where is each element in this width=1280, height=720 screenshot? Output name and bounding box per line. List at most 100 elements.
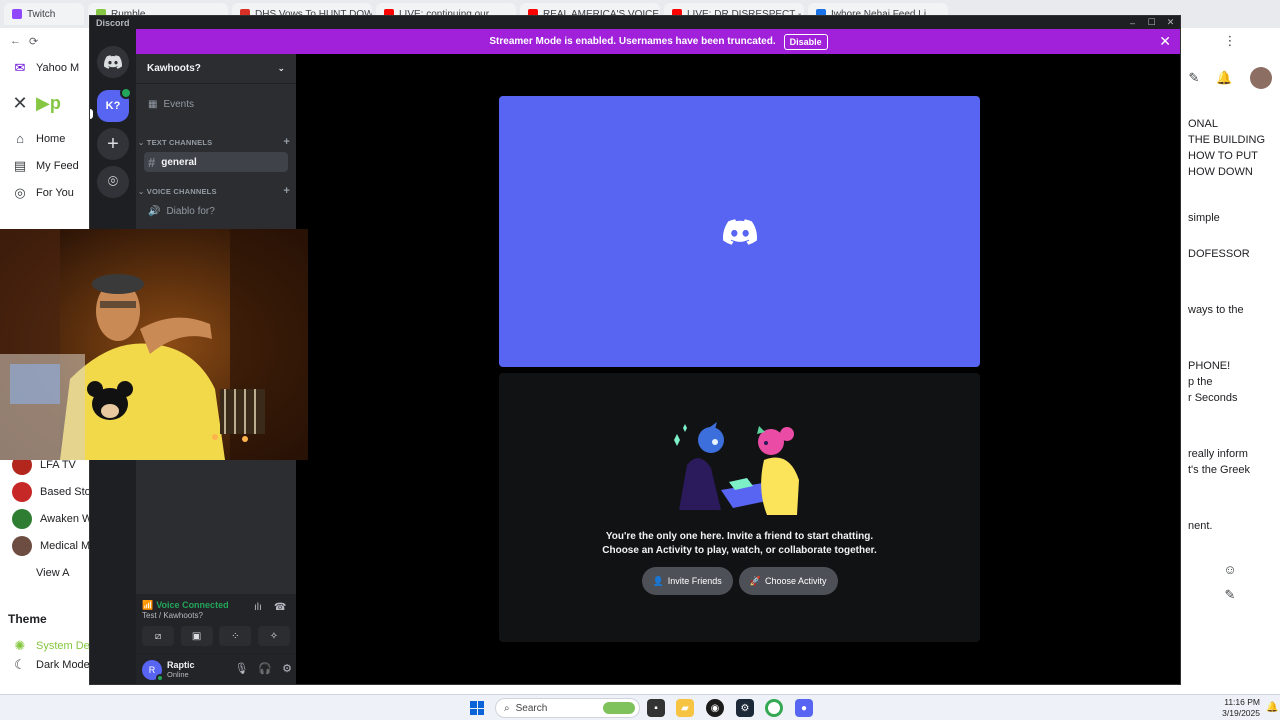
disconnect-icon[interactable]: ☎ <box>274 602 286 613</box>
user-panel: R Raptic Online 🎙 🎧 ⚙ <box>136 654 296 684</box>
sun-icon: ✺ <box>14 637 26 653</box>
voice-channels-category[interactable]: ⌄ VOICE CHANNELS + <box>138 184 290 198</box>
calendar-icon: ▦ <box>148 98 158 110</box>
back-arrow-icon[interactable]: ← <box>10 35 21 47</box>
characters-illustration <box>674 422 799 515</box>
headline-snippet[interactable]: DOFESSOR <box>1180 246 1280 262</box>
left-channel-based[interactable]: Based Stor <box>0 478 90 505</box>
discord-taskbar-icon[interactable]: ● <box>795 699 813 717</box>
voice-channel-path: Test / Kawhoots? <box>142 611 203 620</box>
headline-snippet[interactable]: HOW TO PUT <box>1180 148 1280 164</box>
reload-icon[interactable]: ⟳ <box>29 35 38 48</box>
home-dm-button[interactable] <box>97 46 129 78</box>
voice-connected-status[interactable]: 📶 Voice Connected <box>142 600 229 611</box>
windows-start-icon[interactable] <box>470 701 484 715</box>
maximize-button[interactable]: ☐ <box>1142 16 1161 29</box>
hash-icon: # <box>148 154 156 170</box>
channel-avatar <box>12 481 32 502</box>
steam-icon[interactable]: ⚙ <box>736 699 754 717</box>
invite-friends-button[interactable]: 👤 Invite Friends <box>641 567 733 595</box>
theme-option-dark[interactable]: ☾ Dark Mode <box>0 659 90 671</box>
close-button[interactable]: ✕ <box>1161 16 1180 29</box>
left-nav-for-you[interactable]: ◎ For You <box>0 179 90 206</box>
user-status: Online <box>167 670 189 679</box>
left-view-all[interactable]: View A <box>0 559 90 586</box>
compose-icon[interactable]: ✎ <box>1225 587 1236 603</box>
headline-snippet[interactable]: p the <box>1180 374 1280 390</box>
screen-share-button[interactable]: ▣ <box>180 626 213 646</box>
explore-servers-button[interactable]: ⌾ <box>97 166 129 198</box>
headline-snippet[interactable]: PHONE! <box>1180 358 1280 374</box>
discord-logo-icon <box>104 55 122 69</box>
chrome-icon[interactable] <box>765 699 783 717</box>
right-toolbar: ⋮ <box>1180 28 1280 54</box>
obs-icon[interactable]: ◉ <box>706 699 724 717</box>
headline-snippet[interactable]: ways to the <box>1180 302 1280 318</box>
left-channel-awaken[interactable]: Awaken Wi <box>0 505 90 532</box>
headline-snippet[interactable]: r Seconds <box>1180 390 1280 406</box>
user-video-tile[interactable] <box>499 96 980 367</box>
headline-snippet[interactable]: nent. <box>1180 518 1280 534</box>
activity-icon: ⁘ <box>231 630 240 642</box>
system-clock[interactable]: 11:16 PM 3/19/2025 <box>1200 697 1260 719</box>
left-nav-feed[interactable]: ▤ My Feed <box>0 152 90 179</box>
left-nav-yahoo[interactable]: ✉ Yahoo M <box>0 54 90 81</box>
notification-bell-icon[interactable]: 🔔 <box>1266 702 1278 713</box>
gear-icon[interactable]: ⚙ <box>282 662 292 675</box>
streamer-mode-banner: Streamer Mode is enabled. Usernames have… <box>136 29 1180 54</box>
theme-option-system[interactable]: ✺ System De <box>0 632 90 659</box>
camera-off-icon: ⧄ <box>154 630 162 642</box>
minimize-button[interactable]: – <box>1123 16 1142 29</box>
headline-snippet[interactable]: really inform <box>1180 446 1280 462</box>
headline-snippet[interactable]: simple <box>1180 210 1280 226</box>
taskbar-search[interactable]: ⌕ Search <box>495 698 640 718</box>
voice-call-area: You're the only one here. Invite a frien… <box>296 54 1180 684</box>
profile-avatar-icon[interactable] <box>1249 67 1272 89</box>
noise-suppression-icon[interactable]: ılı <box>254 602 262 613</box>
plus-icon: + <box>107 132 119 155</box>
headline-snippet[interactable]: ONAL <box>1180 116 1280 132</box>
activity-button[interactable]: ⁘ <box>219 626 252 646</box>
browser-address-bar: ← ⟳ <box>0 28 90 54</box>
speaker-icon: 🔊 <box>148 205 161 217</box>
task-view-icon[interactable]: ▪ <box>647 699 665 717</box>
close-icon[interactable]: ✕ <box>12 93 28 113</box>
server-header[interactable]: Kawhoots? ⌄ <box>136 54 296 84</box>
microphone-icon[interactable]: 🎙 <box>234 662 248 675</box>
channel-general[interactable]: # general <box>144 152 288 172</box>
headline-snippet[interactable]: THE BUILDING <box>1180 132 1280 148</box>
edit-icon[interactable]: ✎ <box>1188 70 1199 86</box>
chevron-down-icon <box>12 565 28 581</box>
browser-tab-twitch[interactable]: Twitch <box>4 3 84 25</box>
add-channel-icon[interactable]: + <box>283 185 290 197</box>
avatar[interactable]: R <box>142 659 164 682</box>
activity-buttons: 👤 Invite Friends 🚀 Choose Activity <box>499 567 980 595</box>
left-channel-medical[interactable]: Medical M <box>0 532 90 559</box>
chevron-down-icon: ⌄ <box>138 137 147 147</box>
extension-icon[interactable]: ⋮ <box>1224 33 1237 49</box>
left-nav-home[interactable]: ⌂ Home <box>0 125 90 152</box>
headphones-icon[interactable]: 🎧 <box>258 662 272 675</box>
server-icon-kawhoots[interactable]: K? <box>97 87 132 122</box>
browser-right-column: ⋮ ✎ 🔔 ONAL THE BUILDING HOW TO PUT HOW D… <box>1180 28 1280 694</box>
signal-icon: 📶 <box>142 600 154 610</box>
add-channel-icon[interactable]: + <box>283 136 290 148</box>
file-explorer-icon[interactable]: ▰ <box>676 699 694 717</box>
active-server-indicator <box>90 109 93 119</box>
events-item[interactable]: ▦ Events <box>144 94 288 114</box>
webcam-overlay <box>0 229 308 460</box>
text-channels-category[interactable]: ⌄ TEXT CHANNELS + <box>138 135 290 149</box>
camera-button[interactable]: ⧄ <box>142 626 174 646</box>
user-controls: 🎙 🎧 ⚙ <box>234 662 292 675</box>
banner-close-icon[interactable]: ✕ <box>1159 33 1171 50</box>
add-server-button[interactable]: + <box>97 128 129 160</box>
soundboard-button[interactable]: ✧ <box>257 626 290 646</box>
bell-icon[interactable]: 🔔 <box>1216 70 1232 86</box>
smile-icon[interactable]: ☺ <box>1223 562 1236 577</box>
empty-call-message: You're the only one here. Invite a frien… <box>602 531 877 556</box>
disable-button[interactable]: Disable <box>783 33 828 50</box>
headline-snippet[interactable]: t's the Greek <box>1180 462 1280 478</box>
choose-activity-button[interactable]: 🚀 Choose Activity <box>738 567 838 595</box>
headline-snippet[interactable]: HOW DOWN <box>1180 164 1280 180</box>
voice-channel-diablo[interactable]: 🔊 Diablo for? <box>144 201 288 221</box>
